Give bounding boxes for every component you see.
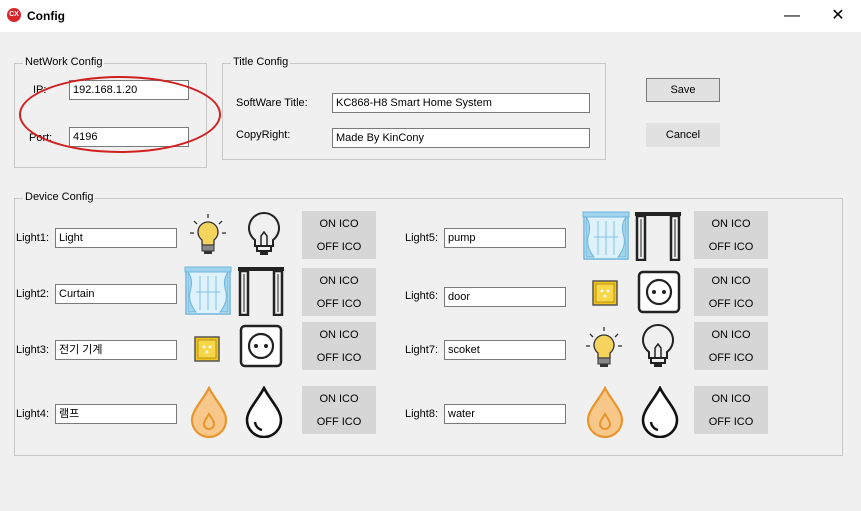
drop-off-icon[interactable] <box>640 386 680 438</box>
light1-label: Light1: <box>16 232 50 244</box>
minimize-button[interactable]: — <box>769 0 815 32</box>
light4-icon-buttons: ON ICO OFF ICO <box>302 386 376 434</box>
light1-off-ico-button[interactable]: OFF ICO <box>302 241 376 253</box>
light5-icon-buttons: ON ICO OFF ICO <box>694 211 768 259</box>
bulb-off-icon[interactable] <box>638 322 678 370</box>
light4-on-ico-button[interactable]: ON ICO <box>302 393 376 405</box>
curtain-closed-icon[interactable] <box>184 266 232 316</box>
light6-label: Light6: <box>405 290 439 302</box>
light3-label: Light3: <box>16 344 50 356</box>
light1-on-ico-button[interactable]: ON ICO <box>302 218 376 230</box>
light5-off-ico-button[interactable]: OFF ICO <box>694 241 768 253</box>
light7-label: Light7: <box>405 344 439 356</box>
title-bar: CX Config — ✕ <box>0 0 861 32</box>
light5-field[interactable]: pump <box>444 228 566 248</box>
light7-field[interactable]: scoket <box>444 340 566 360</box>
drop-on-icon[interactable] <box>585 386 625 438</box>
drop-on-icon[interactable] <box>189 386 229 438</box>
light7-off-ico-button[interactable]: OFF ICO <box>694 352 768 364</box>
light8-icon-buttons: ON ICO OFF ICO <box>694 386 768 434</box>
copyright-label: CopyRight: <box>236 129 291 141</box>
light2-label: Light2: <box>16 288 50 300</box>
cancel-button[interactable]: Cancel <box>646 123 720 147</box>
light8-off-ico-button[interactable]: OFF ICO <box>694 416 768 428</box>
title-config-legend: Title Config <box>231 56 291 68</box>
light6-on-ico-button[interactable]: ON ICO <box>694 275 768 287</box>
copyright-field[interactable]: Made By KinCony <box>332 128 590 148</box>
curtain-open-icon[interactable] <box>634 211 682 261</box>
software-title-label: SoftWare Title: <box>236 97 308 109</box>
light1-icon-buttons: ON ICO OFF ICO <box>302 211 376 259</box>
save-button[interactable]: Save <box>646 78 720 102</box>
light3-field[interactable]: 전기 기계 <box>55 340 177 360</box>
light4-off-ico-button[interactable]: OFF ICO <box>302 416 376 428</box>
light2-field[interactable]: Curtain <box>55 284 177 304</box>
bulb-off-icon[interactable] <box>244 210 284 258</box>
light6-off-ico-button[interactable]: OFF ICO <box>694 298 768 310</box>
light4-label: Light4: <box>16 408 50 420</box>
light7-icon-buttons: ON ICO OFF ICO <box>694 322 768 370</box>
close-button[interactable]: ✕ <box>815 0 861 32</box>
annotation-oval <box>19 76 221 153</box>
software-title-field[interactable]: KC868-H8 Smart Home System <box>332 93 590 113</box>
light6-field[interactable]: door <box>444 287 566 307</box>
light5-on-ico-button[interactable]: ON ICO <box>694 218 768 230</box>
device-config-legend: Device Config <box>23 191 96 203</box>
light2-off-ico-button[interactable]: OFF ICO <box>302 298 376 310</box>
network-config-legend: NetWork Config <box>23 56 105 68</box>
light5-label: Light5: <box>405 232 439 244</box>
light1-field[interactable]: Light <box>55 228 177 248</box>
light2-on-ico-button[interactable]: ON ICO <box>302 275 376 287</box>
light7-on-ico-button[interactable]: ON ICO <box>694 329 768 341</box>
bulb-on-icon[interactable] <box>188 213 228 257</box>
light8-field[interactable]: water <box>444 404 566 424</box>
light2-icon-buttons: ON ICO OFF ICO <box>302 268 376 316</box>
bulb-on-icon[interactable] <box>584 326 624 370</box>
socket-on-icon[interactable] <box>194 336 220 362</box>
light8-on-ico-button[interactable]: ON ICO <box>694 393 768 405</box>
light3-off-ico-button[interactable]: OFF ICO <box>302 352 376 364</box>
curtain-open-icon[interactable] <box>237 266 285 316</box>
socket-off-icon[interactable] <box>637 270 681 314</box>
socket-off-icon[interactable] <box>239 324 283 368</box>
light3-on-ico-button[interactable]: ON ICO <box>302 329 376 341</box>
curtain-closed-icon[interactable] <box>582 211 630 261</box>
light3-icon-buttons: ON ICO OFF ICO <box>302 322 376 370</box>
light4-field[interactable]: 램프 <box>55 404 177 424</box>
app-icon: CX <box>7 8 21 22</box>
light8-label: Light8: <box>405 408 439 420</box>
drop-off-icon[interactable] <box>244 386 284 438</box>
light6-icon-buttons: ON ICO OFF ICO <box>694 268 768 316</box>
window-title: Config <box>27 9 65 23</box>
socket-on-icon[interactable] <box>592 280 618 306</box>
